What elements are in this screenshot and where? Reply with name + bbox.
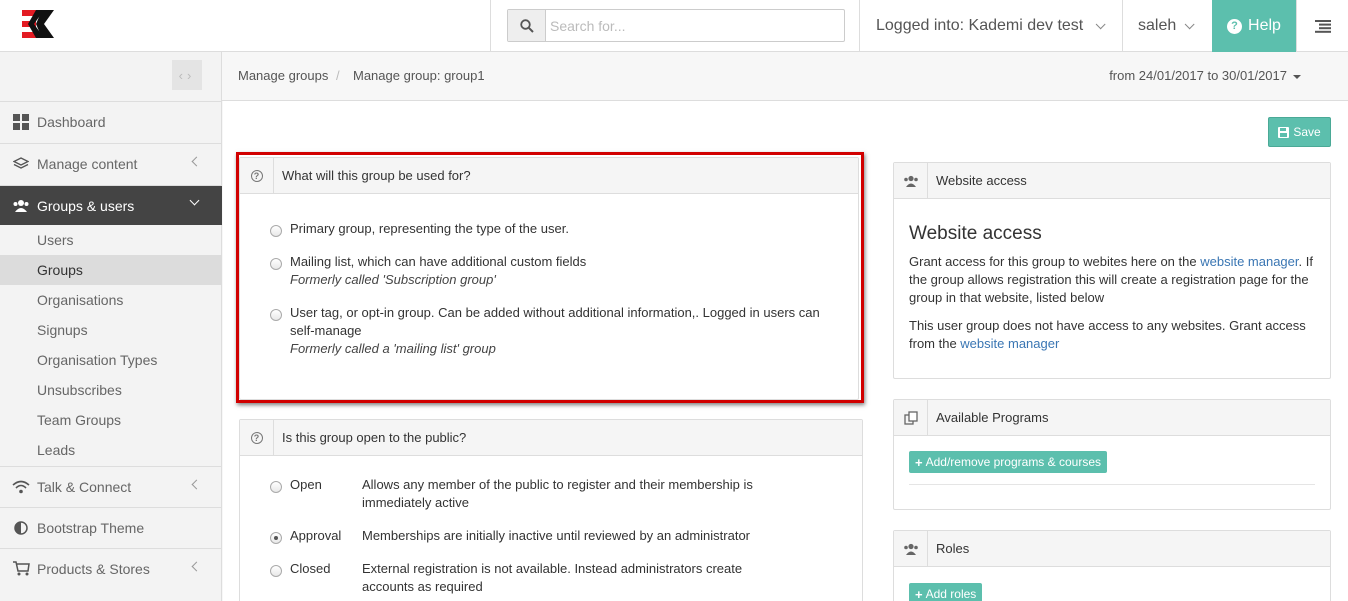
panel-header: Website access xyxy=(894,162,1330,199)
users-icon xyxy=(903,543,918,555)
website-access-heading: Website access xyxy=(909,223,1042,244)
chevron-down-icon xyxy=(1184,18,1195,29)
floppy-icon xyxy=(1278,126,1290,138)
account-switcher[interactable]: Logged into: Kademi dev test xyxy=(860,0,1123,52)
sidebar-item-products-stores[interactable]: Products & Stores xyxy=(0,548,222,588)
users-icon xyxy=(12,199,30,213)
sidebar-subitem-users[interactable]: Users xyxy=(0,225,222,255)
panel-title: Is this group open to the public? xyxy=(282,430,467,445)
roles-panel: Roles + Add roles xyxy=(893,530,1331,601)
sidebar-collapse-toggle[interactable]: ‹› xyxy=(172,60,202,90)
search-box xyxy=(507,9,845,42)
main-content: Save ? What will this group be used for?… xyxy=(223,101,1348,601)
help-label: Help xyxy=(1248,17,1281,34)
button-label: Add/remove programs & courses xyxy=(925,455,1101,469)
layers-icon xyxy=(12,156,30,171)
save-button[interactable]: Save xyxy=(1268,117,1331,147)
panel-title: Roles xyxy=(936,541,970,556)
panel-header: ? Is this group open to the public? xyxy=(240,419,862,456)
sidebar-subitem-team-groups[interactable]: Team Groups xyxy=(0,405,222,435)
username: saleh xyxy=(1138,17,1177,34)
website-access-description: Grant access for this group to webites h… xyxy=(909,253,1319,307)
website-manager-link[interactable]: website manager xyxy=(960,336,1059,351)
date-range-picker[interactable]: from 24/01/2017 to 30/01/2017 xyxy=(1109,68,1301,83)
sidebar-subitem-organisations[interactable]: Organisations xyxy=(0,285,222,315)
public-option-closed-desc: External registration is not available. … xyxy=(362,561,743,594)
public-option-approval-desc: Memberships are initially inactive until… xyxy=(362,528,751,543)
breadcrumb: Manage groups / Manage group: group1 fro… xyxy=(222,52,1348,101)
save-label: Save xyxy=(1293,125,1321,139)
public-radio-open[interactable] xyxy=(270,481,282,493)
chevron-left-icon xyxy=(191,479,202,490)
chevron-down-icon xyxy=(1095,18,1106,29)
public-option-approval: Approval xyxy=(290,528,342,543)
sidebar-subitem-leads[interactable]: Leads xyxy=(0,435,222,465)
website-manager-link[interactable]: website manager xyxy=(1200,254,1298,269)
text: Grant access for this group to webites h… xyxy=(909,254,1201,269)
public-radio-closed[interactable] xyxy=(270,565,282,577)
sidebar-item-manage-content[interactable]: Manage content xyxy=(0,143,222,183)
divider xyxy=(909,484,1315,485)
panel-title: Website access xyxy=(936,173,1027,188)
public-option-closed: Closed xyxy=(290,561,331,576)
public-option-open: Open xyxy=(290,477,322,492)
menu-list-icon[interactable] xyxy=(1296,0,1348,52)
sidebar: ‹› Dashboard Manage content Groups & use… xyxy=(0,52,222,601)
sidebar-item-dashboard[interactable]: Dashboard xyxy=(0,101,222,141)
search-area xyxy=(490,0,860,52)
user-menu[interactable]: saleh xyxy=(1123,0,1212,52)
plus-icon: + xyxy=(915,586,923,601)
available-programs-panel: Available Programs + Add/remove programs… xyxy=(893,399,1331,510)
sidebar-subitem-groups[interactable]: Groups xyxy=(0,255,222,285)
help-button[interactable]: ? Help xyxy=(1212,0,1296,52)
public-option-open-desc: Allows any member of the public to regis… xyxy=(362,477,753,510)
contrast-icon xyxy=(12,520,30,535)
date-range-label: from 24/01/2017 to 30/01/2017 xyxy=(1109,68,1287,83)
kademi-logo[interactable] xyxy=(20,8,56,40)
public-radio-approval[interactable] xyxy=(270,532,282,544)
users-icon xyxy=(903,175,918,187)
chevron-down-icon xyxy=(189,195,200,206)
top-header: Logged into: Kademi dev test saleh ? Hel… xyxy=(0,0,1348,52)
sidebar-subitem-organisation-types[interactable]: Organisation Types xyxy=(0,345,222,375)
sidebar-item-label: Manage content xyxy=(37,155,138,172)
logged-into-label: Logged into: Kademi dev test xyxy=(876,17,1084,34)
caret-down-icon xyxy=(1293,74,1301,79)
breadcrumb-manage-groups[interactable]: Manage groups xyxy=(238,68,328,83)
breadcrumb-separator: / xyxy=(336,68,340,83)
highlight-box xyxy=(236,152,864,403)
sidebar-item-talk-connect[interactable]: Talk & Connect xyxy=(0,466,222,506)
panel-title: Available Programs xyxy=(936,410,1049,425)
add-remove-programs-button[interactable]: + Add/remove programs & courses xyxy=(909,451,1107,473)
question-circle-icon: ? xyxy=(250,431,263,444)
chevron-left-icon xyxy=(191,156,202,167)
button-label: Add roles xyxy=(925,587,977,601)
sidebar-subitem-signups[interactable]: Signups xyxy=(0,315,222,345)
search-icon[interactable] xyxy=(508,10,546,41)
website-access-status: This user group does not have access to … xyxy=(909,317,1319,353)
sidebar-subitem-unsubscribes[interactable]: Unsubscribes xyxy=(0,375,222,405)
sidebar-item-label: Talk & Connect xyxy=(37,478,132,495)
chevron-left-icon xyxy=(191,561,202,572)
website-access-panel: Website access Website access Grant acce… xyxy=(893,162,1331,379)
wifi-icon xyxy=(12,480,30,494)
question-circle-icon: ? xyxy=(1227,18,1243,34)
copy-icon xyxy=(903,410,918,425)
plus-icon: + xyxy=(915,454,923,470)
sidebar-item-label: Groups & users xyxy=(37,197,135,214)
panel-header: Roles xyxy=(894,530,1330,567)
public-access-panel: ? Is this group open to the public? Open… xyxy=(239,419,863,601)
add-roles-button[interactable]: + Add roles xyxy=(909,583,983,601)
panel-header: Available Programs xyxy=(894,399,1330,436)
cart-icon xyxy=(12,561,30,576)
search-input[interactable] xyxy=(548,10,842,41)
sidebar-item-bootstrap-theme[interactable]: Bootstrap Theme xyxy=(0,507,222,547)
sidebar-item-groups-users[interactable]: Groups & users xyxy=(0,185,222,225)
sidebar-item-label: Dashboard xyxy=(37,113,106,130)
sidebar-item-label: Bootstrap Theme xyxy=(37,519,145,536)
sidebar-item-label: Products & Stores xyxy=(37,560,150,577)
grid-icon xyxy=(12,113,30,130)
breadcrumb-current: Manage group: group1 xyxy=(353,68,485,83)
